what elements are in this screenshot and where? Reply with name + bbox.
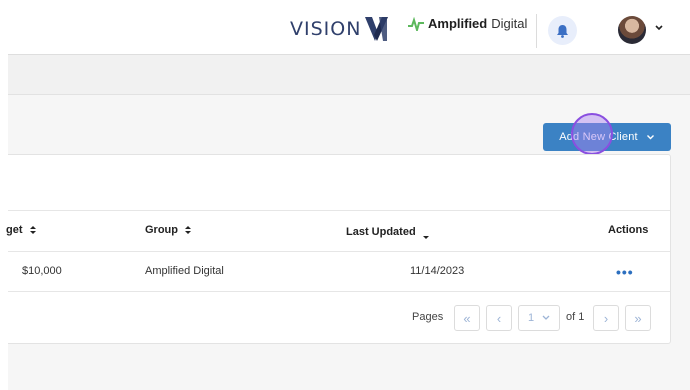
of-label: of	[566, 311, 576, 323]
user-avatar[interactable]	[618, 16, 646, 44]
page-select[interactable]: 1	[518, 305, 560, 331]
bell-icon	[557, 24, 568, 38]
top-header: VISION Amplified Digital	[8, 0, 690, 55]
double-chevron-right-icon: »	[634, 310, 642, 326]
column-header-last-updated[interactable]: Last Updated	[346, 224, 430, 240]
cell-group: Amplified Digital	[145, 265, 224, 277]
chevron-down-icon	[542, 315, 550, 320]
page-total-label: of 1	[566, 311, 584, 323]
total-pages: 1	[578, 311, 585, 323]
previous-page-button[interactable]: ‹	[486, 305, 512, 331]
chevron-down-icon	[646, 134, 654, 139]
vision-logo-mark-icon	[365, 17, 389, 41]
cell-budget: $10,000	[22, 265, 62, 277]
header-divider	[536, 14, 537, 48]
chevron-left-icon: ‹	[496, 310, 502, 326]
sub-navigation-bar	[8, 55, 690, 95]
column-header-budget[interactable]: get	[6, 224, 37, 236]
user-menu-chevron-down-icon[interactable]	[654, 24, 664, 32]
column-label: get	[6, 224, 23, 236]
vision-logo-text: VISION	[290, 18, 362, 40]
table-row[interactable]: $10,000 Amplified Digital 11/14/2023 •••	[8, 252, 670, 292]
sort-desc-icon	[422, 236, 429, 239]
pulse-logo-icon	[408, 16, 424, 31]
amplified-logo-bold: Amplified	[428, 16, 488, 31]
table-header: get Group Last Updated Actions	[6, 210, 670, 252]
vision-logo[interactable]: VISION	[290, 14, 391, 44]
amplified-digital-logo[interactable]: Amplified Digital	[408, 16, 527, 31]
first-page-button[interactable]: «	[454, 305, 480, 331]
double-chevron-left-icon: «	[463, 310, 471, 326]
click-indicator	[571, 113, 613, 155]
next-page-button[interactable]: ›	[593, 305, 619, 331]
column-label: Group	[145, 224, 178, 236]
pagination: Pages « ‹ 1 of 1 › »	[8, 305, 670, 331]
pages-label: Pages	[412, 311, 444, 323]
chevron-right-icon: ›	[603, 310, 609, 326]
column-label: Actions	[608, 224, 649, 236]
sort-both-icon	[29, 226, 36, 234]
sort-both-icon	[185, 226, 191, 234]
column-header-actions: Actions	[608, 224, 648, 236]
amplified-logo-light: Digital	[491, 16, 528, 31]
notifications-button[interactable]	[548, 16, 577, 45]
row-actions-menu-button[interactable]: •••	[616, 264, 634, 280]
column-label: Last Updated	[346, 226, 416, 238]
clients-table-card: get Group Last Updated Actions $10,000 A…	[6, 154, 671, 344]
last-page-button[interactable]: »	[625, 305, 651, 331]
page-select-value: 1	[527, 312, 535, 324]
cell-last-updated: 11/14/2023	[410, 265, 465, 277]
column-header-group[interactable]: Group	[145, 224, 192, 236]
